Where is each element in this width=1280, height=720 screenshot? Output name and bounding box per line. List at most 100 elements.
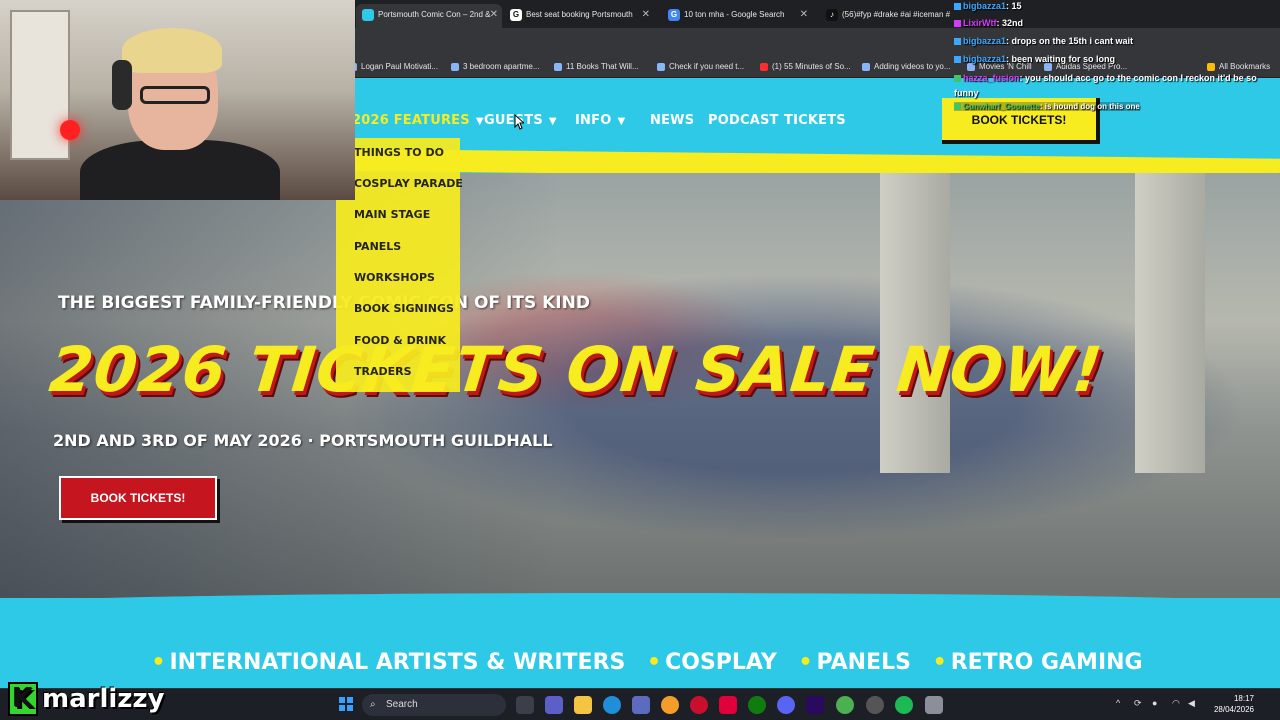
chevron-down-icon: ▼ [475,116,484,127]
webcam-overlay [0,0,355,200]
chat-message: bigbazza1: drops on the 15th i cant wait [954,36,1133,46]
streamer-hair [122,28,222,73]
bookmark-item[interactable]: (1) 55 Minutes of So... [760,60,851,74]
bookmark-icon [657,63,665,71]
tab-google-search[interactable]: G 10 ton mha - Google Search ✕ [662,4,812,28]
menu-item-panels[interactable]: PANELS [354,240,401,260]
menu-item-workshops[interactable]: WORKSHOPS [354,271,435,291]
system-clock[interactable]: 18:17 28/04/2026 [1204,693,1254,715]
menu-item-food-drink[interactable]: FOOD & DRINK [354,334,446,354]
hero-column [1135,173,1205,473]
chat-badge-icon [954,20,961,28]
windows-start-icon[interactable] [339,697,353,711]
spotify-icon[interactable] [895,696,913,714]
tab-title: Best seat booking Portsmouth [526,10,633,19]
menu-item-book-signings[interactable]: BOOK SIGNINGS [354,302,454,322]
settings-icon[interactable] [925,696,943,714]
premiere-icon[interactable] [806,696,824,714]
microphone-icon[interactable]: ● [1152,698,1164,710]
chat-badge-icon [954,38,961,46]
tiktok-favicon-icon: ♪ [826,9,838,21]
xbox-icon[interactable] [748,696,766,714]
headphones [112,60,132,110]
browser-app-icon[interactable] [661,696,679,714]
menu-item-traders[interactable]: TRADERS [354,365,412,385]
streamer-logo: Kmarlizzy [8,682,165,716]
tab-best-seat-booking[interactable]: G Best seat booking Portsmouth ✕ [504,4,654,28]
book-tickets-hero-button[interactable]: BOOK TICKETS! [59,476,217,520]
nav-podcast[interactable]: PODCAST [708,113,779,133]
feature-item: PANELS [816,650,911,675]
edge-icon[interactable] [603,696,621,714]
chrome-icon[interactable] [836,696,854,714]
bookmark-item[interactable]: 3 bedroom apartme... [451,60,539,74]
volume-icon[interactable]: ◀ [1188,698,1200,710]
feature-item: COSPLAY [665,650,777,675]
tab-portsmouth-comic-con[interactable]: Portsmouth Comic Con – 2nd & ✕ [356,4,502,28]
hero-column [880,173,950,473]
close-tab-icon[interactable]: ✕ [800,4,808,26]
discord-icon[interactable] [777,696,795,714]
chevron-up-icon[interactable]: ^ [1116,698,1128,710]
feature-item: INTERNATIONAL ARTISTS & WRITERS [169,650,626,675]
mouse-cursor-icon [514,114,524,130]
feature-highlights: • INTERNATIONAL ARTISTS & WRITERS • COSPLA… [0,650,1280,675]
feature-item: RETRO GAMING [950,650,1143,675]
nav-2026-features[interactable]: 2026 FEATURES ▼ [352,113,484,133]
bookmark-item[interactable]: Logan Paul Motivati... [349,60,438,74]
menu-item-cosplay-parade[interactable]: COSPLAY PARADE [354,177,463,197]
opera-icon[interactable] [690,696,708,714]
obs-icon[interactable] [866,696,884,714]
bookmark-item[interactable]: Adding videos to yo... [862,60,951,74]
adobe-icon[interactable] [719,696,737,714]
wifi-icon[interactable]: ◠ [1172,698,1184,710]
tab-tiktok[interactable]: ♪ (56)#fyp #drake #ai #iceman # [820,4,950,28]
windows-taskbar: ⌕ Search ^ ⟳ ● ◠ ◀ 18:17 28/04/2026 [0,688,1280,720]
chat-message: bigbazza1: 15 [954,1,1022,11]
close-tab-icon[interactable]: ✕ [490,4,498,26]
chat-message: bigbazza1: been waiting for so long [954,54,1115,64]
chat-message: LixirWtf: 32nd [954,18,1023,28]
bookmark-icon [451,63,459,71]
tab-title: (56)#fyp #drake #ai #iceman # [842,10,950,19]
chat-badge-icon [954,56,961,64]
site-favicon-icon: G [510,9,522,21]
network-icon[interactable]: ⟳ [1134,698,1146,710]
nav-tickets[interactable]: TICKETS [784,113,846,133]
bookmark-item[interactable]: 11 Books That Will... [554,60,639,74]
chevron-down-icon: ▼ [548,116,557,127]
event-dates: 2ND AND 3RD OF MAY 2026 · PORTSMOUTH GUI… [53,431,553,450]
chat-badge-icon [954,3,961,11]
chat-badge-icon [954,75,961,83]
kick-logo-icon: K [8,682,38,716]
menu-item-things-to-do[interactable]: THINGS TO DO [354,146,444,166]
nav-info[interactable]: INFO ▼ [575,113,625,133]
glasses [140,86,210,104]
search-icon: ⌕ [370,699,376,710]
bullet-dot: • [932,650,947,675]
tab-title: 10 ton mha - Google Search [684,10,785,19]
bookmark-icon [554,63,562,71]
task-view-icon[interactable] [516,696,534,714]
youtube-icon [760,63,768,71]
chevron-down-icon: ▼ [617,116,626,127]
close-tab-icon[interactable]: ✕ [642,4,650,26]
hero-wave-divider [0,593,1280,633]
teams-icon[interactable] [545,696,563,714]
bookmark-item[interactable]: Check if you need t... [657,60,744,74]
chat-overlay: bigbazza1: 15 LixirWtf: 32nd bigbazza1: … [952,0,1280,116]
store-icon[interactable] [632,696,650,714]
file-explorer-icon[interactable] [574,696,592,714]
menu-item-main-stage[interactable]: MAIN STAGE [354,208,430,228]
chat-message: hazza_fusion: you should acc go to the c… [954,73,1257,98]
google-favicon-icon: G [668,9,680,21]
bullet-dot: • [798,650,813,675]
nav-news[interactable]: NEWS [650,113,694,133]
hero-headline: 2026 TICKETS ON SALE NOW! [46,333,1107,406]
tab-title: Portsmouth Comic Con – 2nd & [378,10,491,19]
taskbar-search[interactable]: ⌕ Search [362,694,506,716]
bookmark-icon [862,63,870,71]
red-light [60,120,80,140]
background-shelf [10,10,70,160]
bullet-dot: • [151,650,166,675]
